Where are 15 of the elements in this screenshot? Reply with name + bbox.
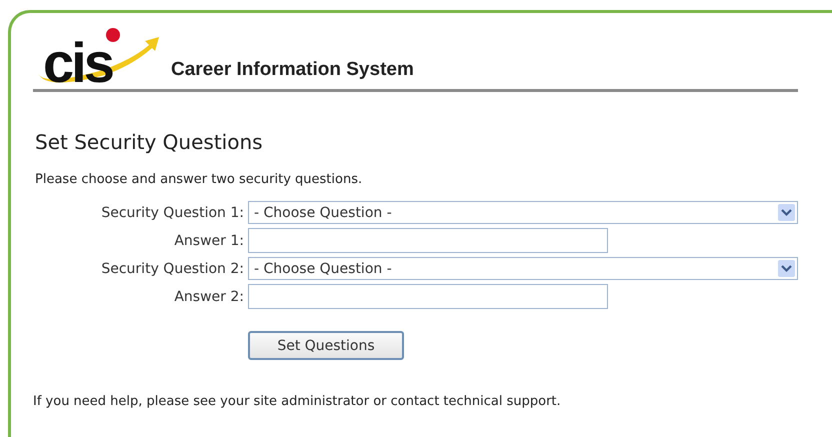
page-title: Set Security Questions [35, 130, 264, 154]
set-questions-button[interactable]: Set Questions [248, 331, 404, 360]
field-label: Security Question 2: [100, 260, 244, 276]
field-label: Answer 2: [173, 288, 244, 304]
instructions-text: Please choose and answer two security questions. [35, 172, 364, 187]
answer-field[interactable] [248, 228, 608, 253]
question-dropdown[interactable]: - Choose Question - [248, 257, 798, 280]
dropdown-caret-icon [778, 204, 795, 221]
dropdown-caret-icon [778, 260, 795, 277]
field-label: Security Question 1: [100, 204, 244, 220]
answer-field[interactable] [248, 284, 608, 309]
question-dropdown[interactable]: - Choose Question - [248, 201, 798, 224]
field-label: Answer 1: [173, 232, 244, 248]
help-text: If you need help, please see your site administrator or contact technical support. [33, 394, 562, 409]
site-title: Career Information System [171, 59, 414, 81]
